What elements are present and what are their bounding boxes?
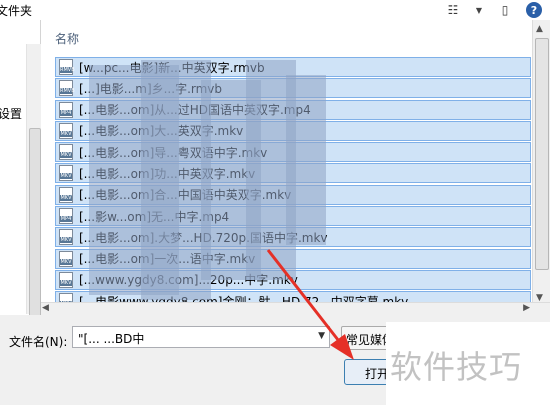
watermark: 软件技巧 <box>386 322 550 405</box>
watermark-text: 软件技巧 <box>390 348 523 386</box>
arrow-head <box>330 334 354 360</box>
arrow-shaft <box>266 249 344 346</box>
